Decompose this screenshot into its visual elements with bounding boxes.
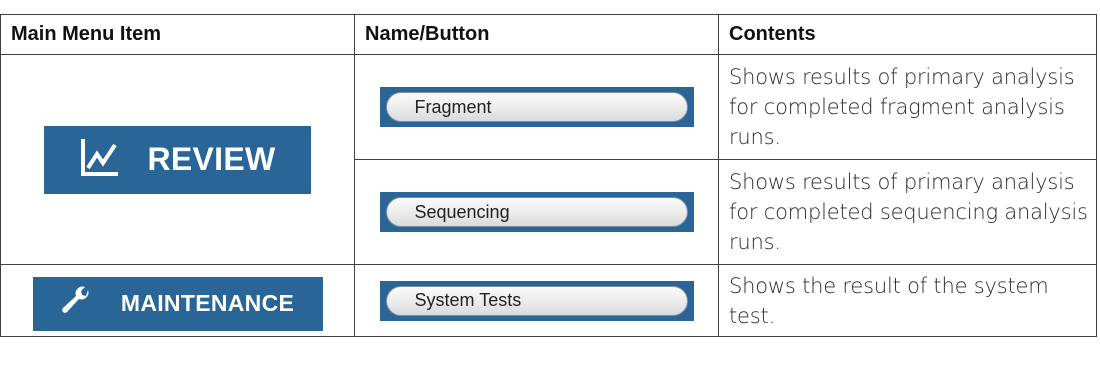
wrench-icon xyxy=(61,286,91,321)
system-tests-button[interactable]: System Tests xyxy=(379,280,694,321)
contents-cell: Shows results of primary analysis for co… xyxy=(718,159,1097,265)
review-label: REVIEW xyxy=(147,141,276,177)
menu-item-cell-review: REVIEW xyxy=(0,54,355,265)
button-cell: Fragment xyxy=(354,54,719,160)
contents-cell: Shows results of primary analysis for co… xyxy=(718,54,1097,160)
header-row: Main Menu Item Name/Button Contents xyxy=(0,14,1097,55)
line-chart-icon xyxy=(79,137,119,182)
table-row: REVIEW Fragment Shows results of primary… xyxy=(0,54,1097,265)
system-tests-button-label: System Tests xyxy=(385,285,688,316)
header-contents: Contents xyxy=(718,14,1097,55)
menu-item-cell-maintenance: MAINTENANCE xyxy=(0,264,355,337)
maintenance-menu-banner[interactable]: MAINTENANCE xyxy=(32,276,323,331)
review-menu-banner[interactable]: REVIEW xyxy=(44,125,311,194)
sequencing-button-label: Sequencing xyxy=(385,197,688,227)
fragment-button-label: Fragment xyxy=(385,92,688,122)
button-cell: System Tests xyxy=(354,264,719,337)
maintenance-label: MAINTENANCE xyxy=(120,290,295,316)
menu-reference-table: Main Menu Item Name/Button Contents REVI… xyxy=(0,14,1097,337)
table-row: MAINTENANCE System Tests Shows the resul… xyxy=(0,264,1097,337)
header-main-menu-item: Main Menu Item xyxy=(0,14,355,55)
fragment-button[interactable]: Fragment xyxy=(379,87,694,127)
button-cell: Sequencing xyxy=(354,159,719,265)
header-name-button: Name/Button xyxy=(354,14,719,55)
sequencing-button[interactable]: Sequencing xyxy=(379,192,694,232)
contents-cell: Shows the result of the system test. xyxy=(718,264,1097,337)
